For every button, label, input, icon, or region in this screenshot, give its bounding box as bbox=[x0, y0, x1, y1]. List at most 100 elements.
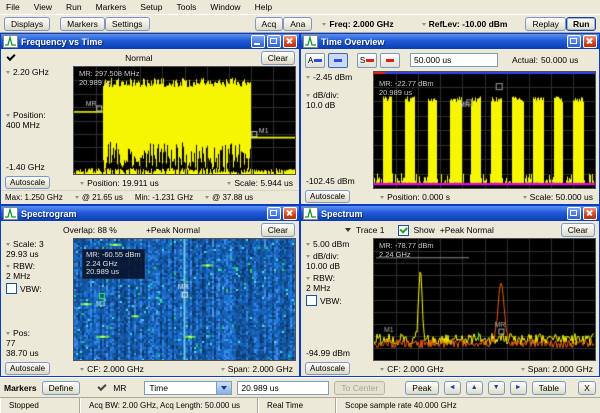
dbdiv-label[interactable]: dB/div: bbox=[306, 251, 371, 261]
overlap-readout[interactable]: Overlap: 88 % bbox=[63, 225, 117, 235]
freq-vs-time-plot[interactable]: MR: 297.508 MHz 20.989 us bbox=[73, 66, 296, 175]
rbw-value[interactable]: 2 MHz bbox=[306, 283, 371, 293]
menu-view[interactable]: View bbox=[34, 2, 52, 12]
signalvu-app: File View Run Markers Setup Tools Window… bbox=[0, 0, 600, 413]
menu-run[interactable]: Run bbox=[66, 2, 82, 12]
run-button[interactable]: Run bbox=[566, 17, 597, 31]
spectrum-titlebar[interactable]: Spectrum bbox=[301, 206, 599, 221]
spectrum-zoom-button[interactable] bbox=[380, 53, 400, 68]
spectrum-time-button[interactable]: S bbox=[357, 53, 377, 68]
restore-icon[interactable] bbox=[567, 207, 581, 220]
chevron-down-icon[interactable] bbox=[345, 228, 351, 232]
menu-window[interactable]: Window bbox=[210, 2, 240, 12]
peak-button[interactable]: Peak bbox=[405, 381, 438, 395]
min-time-readout: @ 37.88 us bbox=[205, 193, 253, 202]
ana-button[interactable]: Ana bbox=[283, 17, 312, 31]
pos-value[interactable]: 77 bbox=[6, 338, 71, 348]
vbw-checkbox[interactable] bbox=[306, 295, 317, 306]
marker-table-button[interactable]: Table bbox=[532, 381, 566, 395]
settings-button[interactable]: Settings bbox=[105, 17, 150, 31]
freq-vs-time-titlebar[interactable]: Frequency vs Time bbox=[1, 34, 299, 49]
span-readout[interactable]: Span: 2.000 GHz bbox=[521, 364, 593, 374]
position-label[interactable]: Position: bbox=[6, 110, 71, 120]
analysis-length-input[interactable] bbox=[410, 53, 498, 67]
restore-icon[interactable] bbox=[267, 35, 281, 48]
pos-label[interactable]: Pos: bbox=[6, 328, 71, 338]
autoscale-button[interactable]: Autoscale bbox=[305, 362, 350, 375]
dbdiv-value[interactable]: 10.0 dB bbox=[306, 100, 371, 110]
close-markers-bar-button[interactable]: X bbox=[578, 381, 596, 395]
restore-icon[interactable] bbox=[267, 207, 281, 220]
rbw-label[interactable]: RBW: bbox=[6, 261, 71, 271]
cf-readout[interactable]: CF: 2.000 GHz bbox=[80, 364, 144, 374]
scale-value[interactable]: 29.93 us bbox=[6, 249, 71, 259]
x-position-readout[interactable]: Position: 19.911 us bbox=[80, 178, 159, 188]
cf-readout[interactable]: CF: 2.000 GHz bbox=[380, 364, 444, 374]
menu-file[interactable]: File bbox=[6, 2, 20, 12]
panel-title: Time Overview bbox=[321, 37, 564, 47]
rbw-value[interactable]: 2 MHz bbox=[6, 271, 71, 281]
spectrogram-titlebar[interactable]: Spectrogram bbox=[1, 206, 299, 221]
freq-vs-time-header: Normal Clear bbox=[1, 49, 299, 66]
rbw-label[interactable]: RBW: bbox=[306, 273, 371, 283]
show-checkbox[interactable] bbox=[398, 225, 409, 236]
close-icon[interactable] bbox=[583, 207, 597, 220]
clear-button[interactable]: Clear bbox=[261, 223, 295, 237]
analysis-zoom-button[interactable] bbox=[328, 53, 348, 68]
vbw-checkbox[interactable] bbox=[6, 283, 17, 294]
clear-button[interactable]: Clear bbox=[261, 51, 295, 65]
chevron-down-icon[interactable] bbox=[216, 382, 231, 394]
spectrogram-plot[interactable]: MR: -60.55 dBm 2.24 GHz 20.989 us bbox=[73, 238, 296, 361]
replay-button[interactable]: Replay bbox=[525, 17, 565, 31]
show-label: Show bbox=[414, 225, 435, 235]
autoscale-button[interactable]: Autoscale bbox=[305, 190, 350, 203]
y-axis-top-value[interactable]: 2.20 GHz bbox=[6, 67, 71, 77]
spectrogram-sidebar: Scale: 3 29.93 us RBW: 2 MHz VBW: Pos: 7… bbox=[1, 238, 73, 361]
scale-label[interactable]: Scale: 3 bbox=[6, 239, 71, 249]
peak-left-button[interactable]: ◄ bbox=[444, 381, 461, 395]
y-axis-top-value[interactable]: -2.45 dBm bbox=[306, 72, 371, 82]
analysis-time-button[interactable]: A bbox=[305, 53, 325, 68]
minimize-icon[interactable] bbox=[251, 35, 265, 48]
acq-button[interactable]: Acq bbox=[255, 17, 284, 31]
x-scale-readout[interactable]: Scale: 5.944 us bbox=[227, 178, 293, 188]
autoscale-button[interactable]: Autoscale bbox=[5, 176, 50, 189]
span-readout[interactable]: Span: 2.000 GHz bbox=[221, 364, 293, 374]
position-value[interactable]: 400 MHz bbox=[6, 120, 71, 130]
autoscale-button[interactable]: Autoscale bbox=[5, 362, 50, 375]
analysis-bar-icon bbox=[334, 59, 342, 62]
menu-help[interactable]: Help bbox=[255, 2, 272, 12]
marker-time-input[interactable] bbox=[237, 381, 329, 395]
spectrum-plot[interactable]: MR: -78.77 dBm 2.24 GHz bbox=[373, 238, 596, 361]
trace-selector[interactable]: Trace 1 bbox=[356, 225, 385, 235]
menu-markers[interactable]: Markers bbox=[96, 2, 127, 12]
displays-button[interactable]: Displays bbox=[4, 17, 50, 31]
menu-tools[interactable]: Tools bbox=[177, 2, 197, 12]
restore-icon[interactable] bbox=[567, 35, 581, 48]
close-icon[interactable] bbox=[283, 35, 297, 48]
close-icon[interactable] bbox=[283, 207, 297, 220]
clear-button[interactable]: Clear bbox=[561, 223, 595, 237]
y-axis-top-value[interactable]: 5.00 dBm bbox=[306, 239, 371, 249]
freq-readout[interactable]: Freq: 2.000 GHz bbox=[322, 19, 393, 29]
dbdiv-value[interactable]: 10.00 dB bbox=[306, 261, 371, 271]
to-center-button[interactable]: To Center bbox=[334, 381, 385, 395]
peak-up-button[interactable]: ▲ bbox=[466, 381, 483, 395]
freq-vs-time-window: Frequency vs Time Normal Clear 2.20 GHz … bbox=[0, 33, 300, 205]
close-icon[interactable] bbox=[583, 35, 597, 48]
peak-down-button[interactable]: ▼ bbox=[488, 381, 505, 395]
dbdiv-label[interactable]: dB/div: bbox=[306, 90, 371, 100]
define-markers-button[interactable]: Define bbox=[42, 381, 81, 395]
x-position-readout[interactable]: Position: 0.000 s bbox=[380, 192, 450, 202]
detector-label: +Peak Normal bbox=[440, 225, 494, 235]
menu-setup[interactable]: Setup bbox=[140, 2, 162, 12]
time-overview-titlebar[interactable]: Time Overview bbox=[301, 34, 599, 49]
x-scale-readout[interactable]: Scale: 50.000 us bbox=[523, 192, 593, 202]
peak-right-button[interactable]: ► bbox=[510, 381, 527, 395]
time-overview-plot[interactable]: MR: -22.77 dBm 20.989 us bbox=[373, 71, 596, 189]
min-readout: Min: -1.231 GHz bbox=[135, 193, 193, 202]
reflev-readout[interactable]: RefLev: -10.00 dBm bbox=[422, 19, 508, 29]
markers-button[interactable]: Markers bbox=[60, 17, 105, 31]
selected-marker-label[interactable]: MR bbox=[113, 383, 126, 393]
marker-type-select[interactable]: Time bbox=[144, 381, 232, 395]
